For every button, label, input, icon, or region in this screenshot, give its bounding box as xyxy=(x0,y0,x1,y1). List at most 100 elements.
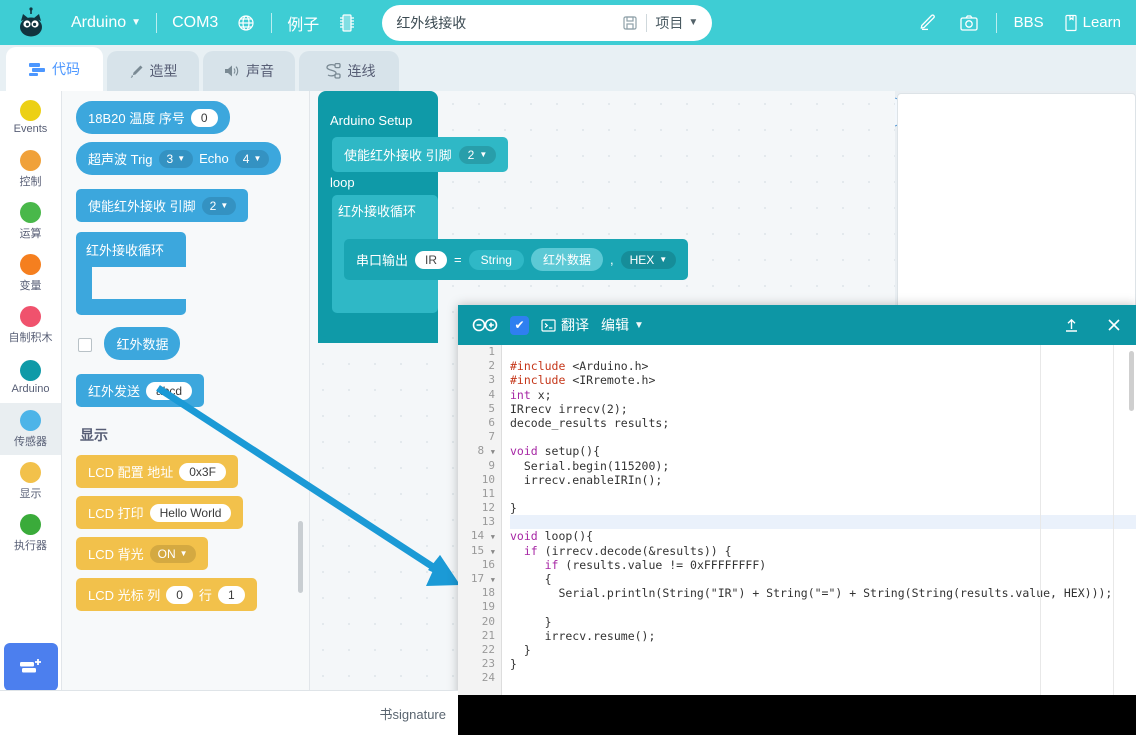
serial-port[interactable]: COM3 xyxy=(163,0,227,45)
code-line[interactable]: } xyxy=(510,657,1136,671)
code-scrollbar[interactable] xyxy=(1129,351,1134,411)
code-line[interactable]: irrecv.enableIRIn(); xyxy=(510,473,1136,487)
tab-sound[interactable]: 声音 xyxy=(203,51,295,91)
arduino-infinity-icon[interactable] xyxy=(472,316,498,334)
palette-block-lcd-cursor[interactable]: LCD 光标 列 0 行 1 xyxy=(76,578,257,611)
palette-block-ir-loop[interactable]: 红外接收循环 xyxy=(76,232,186,315)
code-line[interactable]: int x; xyxy=(510,388,1136,402)
sidebar-item-events[interactable]: Events xyxy=(0,91,61,143)
code-line[interactable] xyxy=(510,487,1136,501)
camera-icon[interactable] xyxy=(950,0,988,45)
code-line[interactable]: } xyxy=(510,501,1136,515)
code-line[interactable]: #include <Arduino.h> xyxy=(510,359,1136,373)
block-dropdown-echo[interactable]: 4 ▼ xyxy=(234,149,270,168)
code-line[interactable]: Serial.println(String("IR") + String("="… xyxy=(510,586,1136,600)
palette-block-ir-data[interactable]: 红外数据 xyxy=(104,327,181,360)
pen-icon[interactable] xyxy=(910,0,948,45)
block-ir-enable[interactable]: 使能红外接收 引脚 2 ▼ xyxy=(332,137,509,172)
project-menu[interactable]: 项目 ▼ xyxy=(655,13,698,33)
code-line[interactable] xyxy=(510,345,1136,359)
save-icon[interactable] xyxy=(622,15,638,31)
sidebar-item-my-blocks[interactable]: 自制积木 xyxy=(0,299,61,351)
platform-selector[interactable]: Arduino ▼ xyxy=(62,0,150,45)
block-dropdown-pin[interactable]: 2 ▼ xyxy=(201,196,237,215)
dropdown-value: 2 xyxy=(209,198,217,213)
tab-costume[interactable]: 造型 xyxy=(107,51,199,91)
block-fn-string[interactable]: String xyxy=(468,249,524,270)
globe-icon[interactable] xyxy=(227,0,265,45)
loop-hat-label[interactable]: loop xyxy=(318,171,367,194)
code-line[interactable]: Serial.begin(115200); xyxy=(510,459,1136,473)
sidebar-item-control[interactable]: 控制 xyxy=(0,143,61,195)
edit-menu[interactable]: 编辑 ▼ xyxy=(601,315,644,335)
block-input-text[interactable]: abcd xyxy=(146,381,193,400)
chevron-down-icon: ▼ xyxy=(131,17,142,28)
code-line[interactable]: { xyxy=(510,572,1136,586)
palette-block-ultrasonic[interactable]: 超声波 Trig 3 ▼ Echo 4 ▼ xyxy=(76,142,282,175)
line-number: 16 xyxy=(481,557,495,571)
block-dropdown-backlight[interactable]: ON ▼ xyxy=(149,544,196,563)
palette-block-ds18b20[interactable]: 18B20 温度 序号 0 xyxy=(76,101,230,134)
block-dropdown-trig[interactable]: 3 ▼ xyxy=(158,149,194,168)
code-line[interactable] xyxy=(510,671,1136,685)
upload-icon[interactable] xyxy=(1063,317,1080,334)
learn-link[interactable]: Learn xyxy=(1055,0,1130,45)
project-name-field[interactable]: 红外线接收 项目 ▼ xyxy=(382,4,713,41)
code-line[interactable]: void loop(){ xyxy=(510,529,1136,543)
code-line[interactable]: if (irrecv.decode(&results)) { xyxy=(510,544,1136,558)
close-icon[interactable] xyxy=(1106,317,1122,333)
block-serial-output[interactable]: 串口输出 IR = String 红外数据 , HEX ▼ xyxy=(344,239,689,280)
palette-block-lcd-print[interactable]: LCD 打印 Hello World xyxy=(76,496,244,529)
chip-icon[interactable] xyxy=(328,0,366,45)
sidebar-item-operators[interactable]: 运算 xyxy=(0,195,61,247)
bbs-link[interactable]: BBS xyxy=(1005,0,1053,45)
sidebar-item-sensors[interactable]: 传感器 xyxy=(0,403,61,455)
palette-scrollbar[interactable] xyxy=(298,521,303,593)
block-dropdown-format[interactable]: HEX ▼ xyxy=(620,250,677,269)
block-palette[interactable]: 18B20 温度 序号 0 超声波 Trig 3 ▼ Echo 4 ▼ 使能红外… xyxy=(62,91,310,690)
code-line[interactable]: IRrecv irrecv(2); xyxy=(510,402,1136,416)
block-input-text[interactable]: Hello World xyxy=(149,503,232,522)
sidebar-item-display[interactable]: 显示 xyxy=(0,455,61,507)
tab-code[interactable]: 代码 xyxy=(6,47,103,91)
palette-block-ir-enable[interactable]: 使能红外接收 引脚 2 ▼ xyxy=(76,189,249,222)
block-input-row[interactable]: 1 xyxy=(217,585,245,604)
code-line[interactable]: if (results.value != 0xFFFFFFFF) xyxy=(510,558,1136,572)
block-input-address[interactable]: 0x3F xyxy=(179,462,226,481)
verify-button[interactable]: ✔ xyxy=(510,315,529,335)
palette-block-lcd-config[interactable]: LCD 配置 地址 0x3F xyxy=(76,455,238,488)
code-line[interactable]: void setup(){ xyxy=(510,444,1136,458)
sidebar-item-arduino[interactable]: Arduino xyxy=(0,351,61,403)
app-logo[interactable] xyxy=(0,0,62,45)
tab-wiring[interactable]: 连线 xyxy=(299,51,399,91)
sidebar-item-label: 变量 xyxy=(19,279,42,292)
serial-console[interactable] xyxy=(458,695,1136,735)
add-extension-button[interactable] xyxy=(4,643,58,691)
block-input-col[interactable]: 0 xyxy=(166,585,193,604)
block-input-index[interactable]: 0 xyxy=(190,108,218,127)
block-input-key[interactable]: IR xyxy=(415,250,448,269)
code-line[interactable]: irrecv.resume(); xyxy=(510,629,1136,643)
code-editor[interactable]: 12345678 ▼ 9 10 11 12 13 14 ▼ 15 ▼ 16 17 ▼ 18 19 20 2… xyxy=(458,345,1136,695)
code-line[interactable]: } xyxy=(510,615,1136,629)
block-monitor-checkbox[interactable] xyxy=(78,337,92,352)
category-sidebar: Events 控制 运算 变量 自制积木 Arduino 传感器 显示 执行器 xyxy=(0,91,62,735)
sidebar-item-actuators[interactable]: 执行器 xyxy=(0,507,61,559)
arduino-setup-hat[interactable]: Arduino Setup xyxy=(318,105,438,136)
code-line[interactable] xyxy=(510,600,1136,614)
code-line[interactable]: } xyxy=(510,643,1136,657)
block-reporter-ir-data[interactable]: 红外数据 xyxy=(530,248,603,271)
block-dropdown-pin[interactable]: 2 ▼ xyxy=(458,145,497,164)
sidebar-item-variables[interactable]: 变量 xyxy=(0,247,61,299)
code-panel[interactable]: ✔ 翻译 编辑 ▼ 12345678 ▼ 9 10 11 12 13 14 ▼ 15 ▼ 16 1… xyxy=(458,305,1136,735)
wire-icon xyxy=(325,63,341,79)
code-line[interactable]: decode_results results; xyxy=(510,416,1136,430)
code-line[interactable] xyxy=(510,430,1136,444)
examples-menu[interactable]: 例子 xyxy=(278,0,328,45)
code-line[interactable]: #include <IRremote.h> xyxy=(510,373,1136,387)
code-line[interactable] xyxy=(510,515,1136,530)
translate-button[interactable]: 翻译 xyxy=(541,315,589,335)
code-text[interactable]: #include <Arduino.h> #include <IRremote.h… xyxy=(502,345,1136,695)
palette-block-ir-send[interactable]: 红外发送 abcd xyxy=(76,374,205,407)
palette-block-lcd-backlight[interactable]: LCD 背光 ON ▼ xyxy=(76,537,208,570)
